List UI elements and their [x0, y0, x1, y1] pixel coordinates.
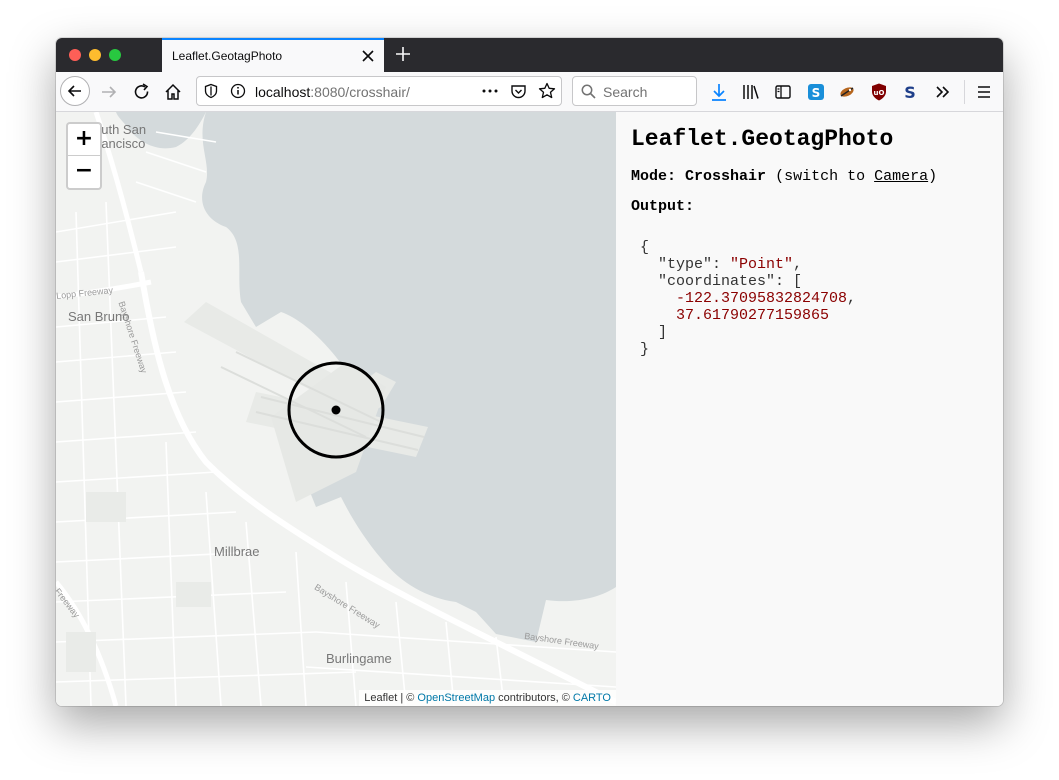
- place-label-burlingame: Burlingame: [326, 651, 392, 666]
- carto-link[interactable]: CARTO: [573, 692, 611, 704]
- bookmark-star-icon[interactable]: [538, 82, 556, 100]
- zoom-out-button[interactable]: −: [68, 156, 100, 187]
- place-label-millbrae: Millbrae: [214, 544, 260, 559]
- more-icon[interactable]: [481, 83, 499, 99]
- download-icon[interactable]: [709, 82, 729, 102]
- url-host: localhost: [255, 84, 311, 100]
- map-attribution: Leaflet | © OpenStreetMap contributors, …: [359, 690, 616, 706]
- mode-label: Mode:: [631, 168, 677, 185]
- shield-icon[interactable]: [203, 83, 219, 99]
- attribution-contributors: contributors, ©: [495, 692, 573, 704]
- nav-bar: localhost:8080/crosshair/ Search S uO S: [56, 72, 1003, 112]
- geojson-output: { "type": "Point", "coordinates": [ -122…: [640, 239, 857, 358]
- new-tab-plus-icon[interactable]: [394, 45, 412, 63]
- window-close-button[interactable]: [69, 49, 81, 61]
- ublock-icon[interactable]: uO: [869, 82, 889, 102]
- map[interactable]: outh San rancisco San Bruno Millbrae Bur…: [56, 112, 616, 706]
- back-icon: [67, 85, 81, 97]
- search-icon: [581, 84, 596, 99]
- search-placeholder: Search: [603, 84, 648, 100]
- toolbar-separator: [964, 80, 965, 104]
- url-path: :8080/crosshair/: [310, 84, 410, 100]
- search-box[interactable]: Search: [572, 76, 697, 106]
- info-panel: Leaflet.GeotagPhoto Mode: Crosshair (swi…: [616, 112, 1003, 706]
- info-icon[interactable]: [230, 83, 246, 99]
- menu-icon[interactable]: [974, 82, 994, 102]
- back-button[interactable]: [60, 76, 90, 106]
- openstreetmap-link[interactable]: OpenStreetMap: [417, 692, 495, 704]
- extension-s-icon[interactable]: S: [806, 82, 826, 102]
- json-close-bracket: ]: [658, 324, 668, 341]
- switch-suffix: ): [928, 168, 938, 185]
- json-type-value: "Point": [730, 256, 794, 273]
- sidebar-icon[interactable]: [773, 82, 793, 102]
- json-latitude: 37.61790277159865: [676, 307, 830, 324]
- mode-value: Crosshair: [685, 168, 767, 185]
- forward-icon[interactable]: [99, 82, 119, 102]
- output-label: Output:: [631, 198, 695, 215]
- tab-leaflet-geotagphoto[interactable]: Leaflet.GeotagPhoto: [162, 38, 384, 72]
- zoom-in-button[interactable]: +: [68, 124, 100, 156]
- switch-prefix: (switch to: [775, 168, 875, 185]
- close-icon[interactable]: [360, 48, 376, 64]
- tab-bar: Leaflet.GeotagPhoto: [56, 38, 1003, 72]
- tab-title: Leaflet.GeotagPhoto: [172, 49, 283, 63]
- switch-to-camera-link[interactable]: Camera: [874, 168, 928, 185]
- zoom-control: + −: [66, 122, 102, 190]
- browser-window: Leaflet.GeotagPhoto localhost:8080/cross…: [56, 38, 1003, 706]
- reload-icon[interactable]: [132, 82, 152, 102]
- url-bar[interactable]: localhost:8080/crosshair/: [196, 76, 562, 106]
- json-close-brace: }: [640, 341, 650, 358]
- leaflet-link[interactable]: Leaflet: [364, 692, 397, 704]
- svg-text:uO: uO: [874, 89, 885, 97]
- json-longitude: -122.37095832824708: [676, 290, 848, 307]
- url-text[interactable]: localhost:8080/crosshair/: [255, 84, 410, 100]
- svg-text:S: S: [904, 83, 916, 102]
- mode-line: Mode: Crosshair (switch to Camera): [631, 168, 937, 185]
- library-icon[interactable]: [741, 82, 761, 102]
- extension-s2-icon[interactable]: S: [900, 82, 920, 102]
- json-open-brace: {: [640, 239, 650, 256]
- crosshair-center-dot: [331, 405, 341, 415]
- extension-bird-icon[interactable]: [837, 82, 857, 102]
- place-label-south-sf-2: rancisco: [97, 136, 146, 151]
- window-minimize-button[interactable]: [89, 49, 101, 61]
- pocket-icon[interactable]: [510, 83, 527, 100]
- window-maximize-button[interactable]: [109, 49, 121, 61]
- json-type-key: "type": [658, 256, 713, 273]
- svg-text:S: S: [812, 86, 821, 100]
- overflow-icon[interactable]: [933, 82, 953, 102]
- json-coordinates-key: "coordinates": [658, 273, 776, 290]
- page-title: Leaflet.GeotagPhoto: [631, 126, 894, 152]
- attribution-separator: | ©: [397, 692, 418, 704]
- home-icon[interactable]: [163, 82, 183, 102]
- crosshair-marker: [287, 361, 385, 459]
